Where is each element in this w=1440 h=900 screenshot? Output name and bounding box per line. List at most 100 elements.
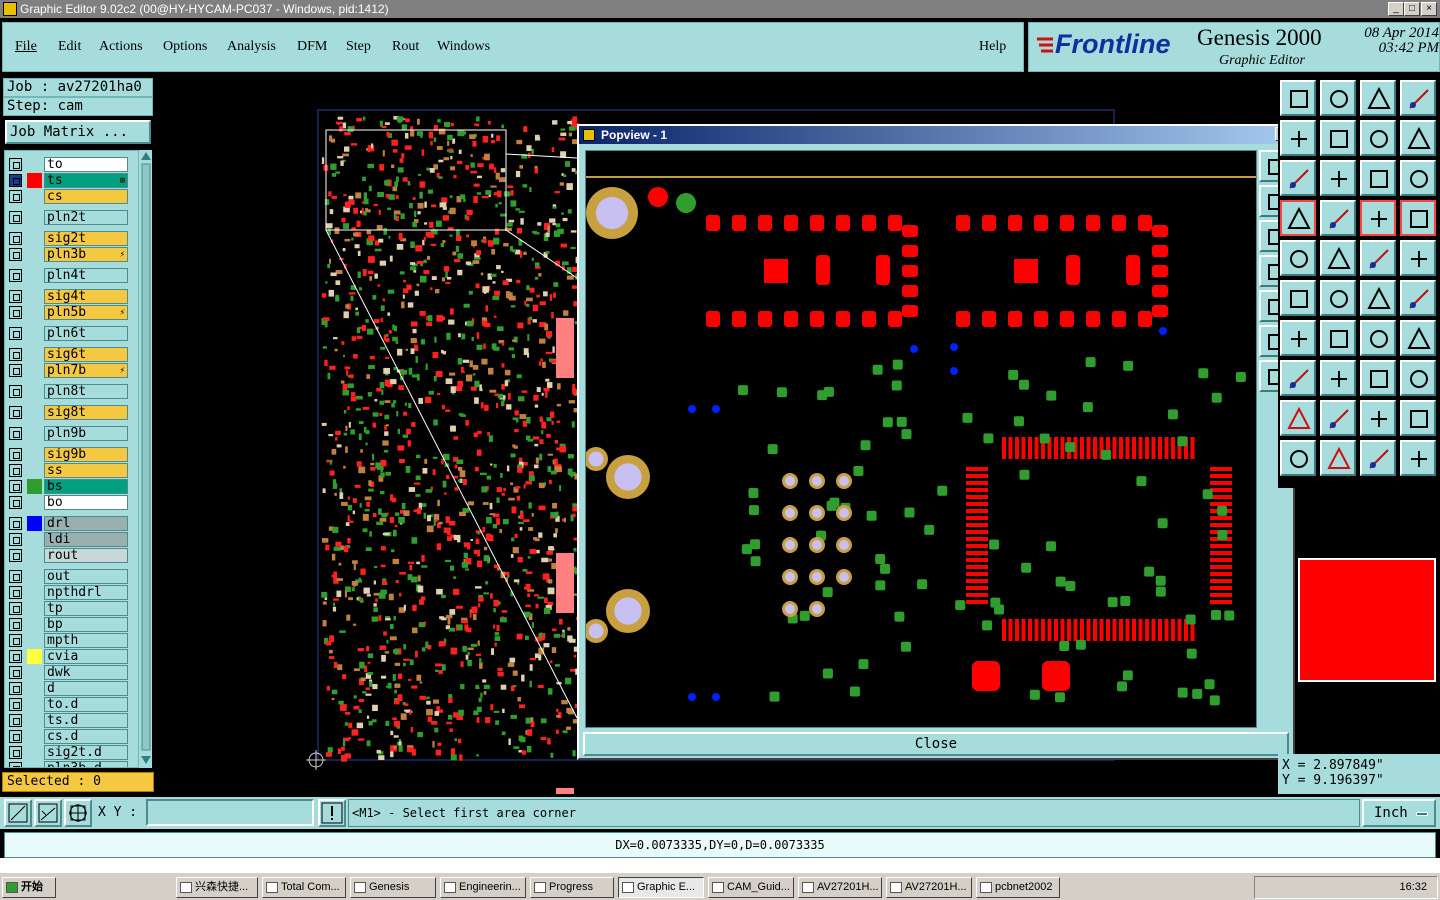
layer-name[interactable]: sig2t.d [44,745,128,760]
layer-name[interactable]: mpth [44,633,128,648]
delete-icon[interactable] [1280,280,1316,316]
route2-icon[interactable] [1400,280,1436,316]
menu-help[interactable]: Help [979,39,1006,55]
layer-row-ss[interactable]: ss [9,463,128,478]
layer-name[interactable]: pln7b ⚡ [44,363,128,378]
menu-step[interactable]: Step [346,39,371,55]
fork-icon[interactable] [1400,320,1436,356]
layer-name[interactable]: bp [44,617,128,632]
popview-canvas[interactable] [584,150,1257,728]
zoom-fit-icon[interactable] [4,799,32,827]
layer-color-swatch[interactable] [27,210,42,225]
layer-name[interactable]: bo [44,495,128,510]
layer-color-swatch[interactable] [27,405,42,420]
layer-color-swatch[interactable] [27,495,42,510]
frame-icon[interactable] [1280,120,1316,156]
taskbar-item[interactable]: CAM_Guid... [708,877,794,898]
layer-row-bp[interactable]: bp [9,617,128,632]
layer-name[interactable]: pln8t [44,384,128,399]
layer-checkbox[interactable] [9,385,22,398]
layer-row-out[interactable]: out [9,569,128,584]
layer-name[interactable]: sig4t [44,289,128,304]
layer-name[interactable]: pln3b.d [44,761,128,767]
layer-color-swatch[interactable] [27,649,42,664]
cross-icon[interactable] [1320,280,1356,316]
layer-checkbox[interactable] [9,650,22,663]
layer-name[interactable]: sig8t [44,405,128,420]
menu-file[interactable]: File [15,39,37,55]
layer-checkbox[interactable] [9,174,22,187]
layer-color-swatch[interactable] [27,729,42,744]
layer-checkbox[interactable] [9,480,22,493]
layer-checkbox[interactable] [9,190,22,203]
layer-name[interactable]: ts.d [44,713,128,728]
layer-color-swatch[interactable] [27,363,42,378]
line-icon[interactable] [1320,240,1356,276]
layer-row-pln2t[interactable]: pln2t [9,210,128,225]
layer-name[interactable]: pln6t [44,326,128,341]
layer-list-scrollbar[interactable] [138,150,152,768]
rect-icon[interactable] [1360,360,1396,396]
layer-checkbox[interactable] [9,427,22,440]
layer-color-swatch[interactable] [27,745,42,760]
layer-checkbox[interactable] [9,364,22,377]
cursor-icon[interactable] [1280,440,1316,476]
layer-name[interactable]: ldi [44,532,128,547]
layer-name[interactable]: sig6t [44,347,128,362]
layer-checkbox[interactable] [9,327,22,340]
layer-color-swatch[interactable] [27,384,42,399]
layer-row-pln3b-d[interactable]: pln3b.d [9,761,128,767]
layer-color-swatch[interactable] [27,305,42,320]
via-icon[interactable] [1280,360,1316,396]
taskbar-item[interactable]: Genesis [350,877,436,898]
layer-checkbox[interactable] [9,290,22,303]
menu-actions[interactable]: Actions [99,39,143,55]
menu-dfm[interactable]: DFM [297,39,327,55]
layer-name[interactable]: pln9b [44,426,128,441]
layer-color-swatch[interactable] [27,697,42,712]
grid-icon[interactable] [64,799,92,827]
unit-selector[interactable]: Inch [1362,799,1436,827]
layer-checkbox[interactable] [9,158,22,171]
layer-color-swatch[interactable] [27,665,42,680]
layer-color-swatch[interactable] [27,713,42,728]
route-icon[interactable] [1360,280,1396,316]
export-icon[interactable] [1320,80,1356,116]
home-icon[interactable] [1360,80,1396,116]
layer-name[interactable]: dwk [44,665,128,680]
mirror-icon[interactable] [1400,120,1436,156]
layer-row-sig2t[interactable]: sig2t [9,231,128,246]
layer-checkbox[interactable] [9,602,22,615]
layer-checkbox[interactable] [9,348,22,361]
move-icon[interactable] [1320,160,1356,196]
layer-color-swatch[interactable] [27,347,42,362]
ruler-icon[interactable] [1360,240,1396,276]
layer-checkbox[interactable] [9,570,22,583]
taskbar-item[interactable]: pcbnet2002 [976,877,1060,898]
layer-color-swatch[interactable] [27,601,42,616]
layer-row-to[interactable]: to [9,157,128,172]
layer-checkbox[interactable] [9,762,22,767]
layer-row-mpth[interactable]: mpth [9,633,128,648]
select-icon[interactable] [1320,440,1356,476]
layer-checkbox[interactable] [9,634,22,647]
taskbar-item[interactable]: Progress [530,877,614,898]
pin-icon[interactable] [1280,320,1316,356]
layer-color-swatch[interactable] [27,633,42,648]
menu-options[interactable]: Options [163,39,207,55]
layer-color-swatch[interactable] [27,326,42,341]
layer-checkbox[interactable] [9,746,22,759]
save-icon[interactable] [1280,80,1316,116]
taskbar-item[interactable]: 兴森快捷... [176,877,258,898]
layer-checkbox[interactable] [9,730,22,743]
layer-checkbox[interactable] [9,406,22,419]
circle-icon[interactable] [1400,240,1436,276]
layer-color-swatch[interactable] [27,231,42,246]
layer-row-dwk[interactable]: dwk [9,665,128,680]
layer-row-ts-d[interactable]: ts.d [9,713,128,728]
layer-name[interactable]: pln4t [44,268,128,283]
taskbar-item[interactable]: Total Com... [262,877,346,898]
drc-icon[interactable] [1360,200,1396,236]
triangle2-icon[interactable] [1360,400,1396,436]
pad-icon[interactable] [1280,240,1316,276]
